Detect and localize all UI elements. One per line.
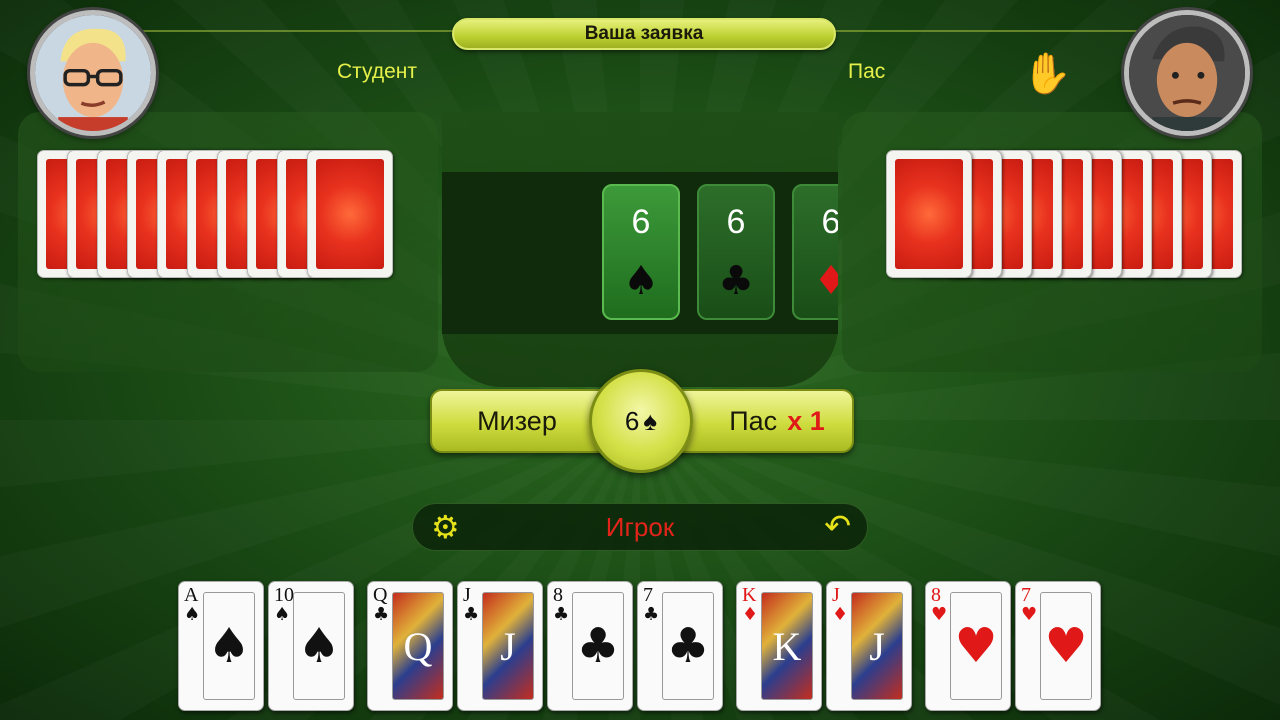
hand-card[interactable]: J ♣ J: [457, 581, 543, 711]
hand-card[interactable]: K ♦ K: [736, 581, 822, 711]
bid-number: 6: [631, 203, 651, 242]
card-suit-icon: ♥: [931, 604, 948, 625]
card-rank: 7: [1021, 584, 1031, 606]
card-suit-icon: ♣: [373, 604, 390, 625]
card-pip: ♣: [662, 592, 714, 700]
hand-card[interactable]: 7 ♥ ♥: [1015, 581, 1101, 711]
card-suit-icon: ♣: [463, 604, 480, 625]
card-suit-icon: ♦: [832, 604, 849, 625]
current-bid-button[interactable]: 6 ♠: [589, 369, 693, 473]
card-face-art: Q: [392, 592, 444, 700]
card-pip: ♥: [1040, 592, 1092, 700]
hand-card[interactable]: A ♠ ♠: [178, 581, 264, 711]
card-rank: 7: [643, 584, 653, 606]
status-bar: ⚙ Игрок ↶: [412, 503, 868, 551]
bid-option-6-spades[interactable]: 6 ♠: [602, 184, 680, 320]
left-avatar-face: [35, 15, 151, 131]
bid-option-6-clubs[interactable]: 6 ♣: [697, 184, 775, 320]
diamond-icon: ♦: [813, 257, 838, 304]
misere-button[interactable]: Мизер: [442, 391, 592, 451]
card-suit-icon: ♣: [553, 604, 570, 625]
hand-card[interactable]: 10 ♠ ♠: [268, 581, 354, 711]
misere-label: Мизер: [477, 405, 557, 436]
bid-number: 6: [821, 203, 838, 242]
card-rank: J: [463, 584, 471, 606]
card-back: [307, 150, 393, 278]
card-pip: ♠: [293, 592, 345, 700]
pass-button[interactable]: Пас x 1: [702, 391, 852, 451]
pass-hand-icon: ✋: [1022, 51, 1072, 97]
spade-icon: ♠: [643, 405, 658, 436]
card-rank: A: [184, 584, 199, 606]
pass-multiplier: x 1: [787, 405, 825, 436]
hand-card[interactable]: J ♦ J: [826, 581, 912, 711]
hand-card[interactable]: Q ♣ Q: [367, 581, 453, 711]
bid-number: 6: [726, 203, 746, 242]
card-rank: 10: [274, 584, 294, 606]
card-pip: ♥: [950, 592, 1002, 700]
card-rank: 8: [553, 584, 563, 606]
card-suit-icon: ♥: [1021, 604, 1038, 625]
bid-options-strip[interactable]: 6 ♠ 6 ♣ 6 ♦: [442, 172, 838, 334]
card-rank: K: [742, 584, 757, 606]
hand-card[interactable]: 8 ♣ ♣: [547, 581, 633, 711]
left-player-name: Студент: [337, 60, 417, 83]
card-suit-icon: ♣: [643, 604, 660, 625]
card-suit-icon: ♠: [274, 604, 291, 625]
card-pip: ♠: [203, 592, 255, 700]
card-back: [886, 150, 972, 278]
status-text: Игрок: [605, 511, 675, 542]
undo-icon[interactable]: ↶: [824, 510, 851, 542]
hand-card[interactable]: 8 ♥ ♥: [925, 581, 1011, 711]
card-suit-icon: ♦: [742, 604, 759, 625]
card-rank: J: [832, 584, 840, 606]
card-face-art: J: [851, 592, 903, 700]
current-bid-number: 6: [624, 405, 640, 436]
card-face-art: J: [482, 592, 534, 700]
left-player-avatar[interactable]: [30, 10, 156, 136]
hand-card[interactable]: 7 ♣ ♣: [637, 581, 723, 711]
right-player-avatar[interactable]: [1124, 10, 1250, 136]
card-rank: 8: [931, 584, 941, 606]
card-rank: Q: [373, 584, 388, 606]
bid-title: Ваша заявка: [452, 18, 836, 50]
card-pip: ♣: [572, 592, 624, 700]
bid-option-6-diamonds[interactable]: 6 ♦: [792, 184, 838, 320]
card-suit-icon: ♠: [184, 604, 201, 625]
card-face-art: K: [761, 592, 813, 700]
right-player-name: Пас: [848, 60, 886, 83]
gear-icon[interactable]: ⚙: [431, 511, 460, 543]
spade-icon: ♠: [623, 257, 659, 304]
club-icon: ♣: [718, 257, 754, 304]
pass-label: Пас: [729, 405, 778, 436]
right-avatar-face: [1129, 15, 1245, 131]
